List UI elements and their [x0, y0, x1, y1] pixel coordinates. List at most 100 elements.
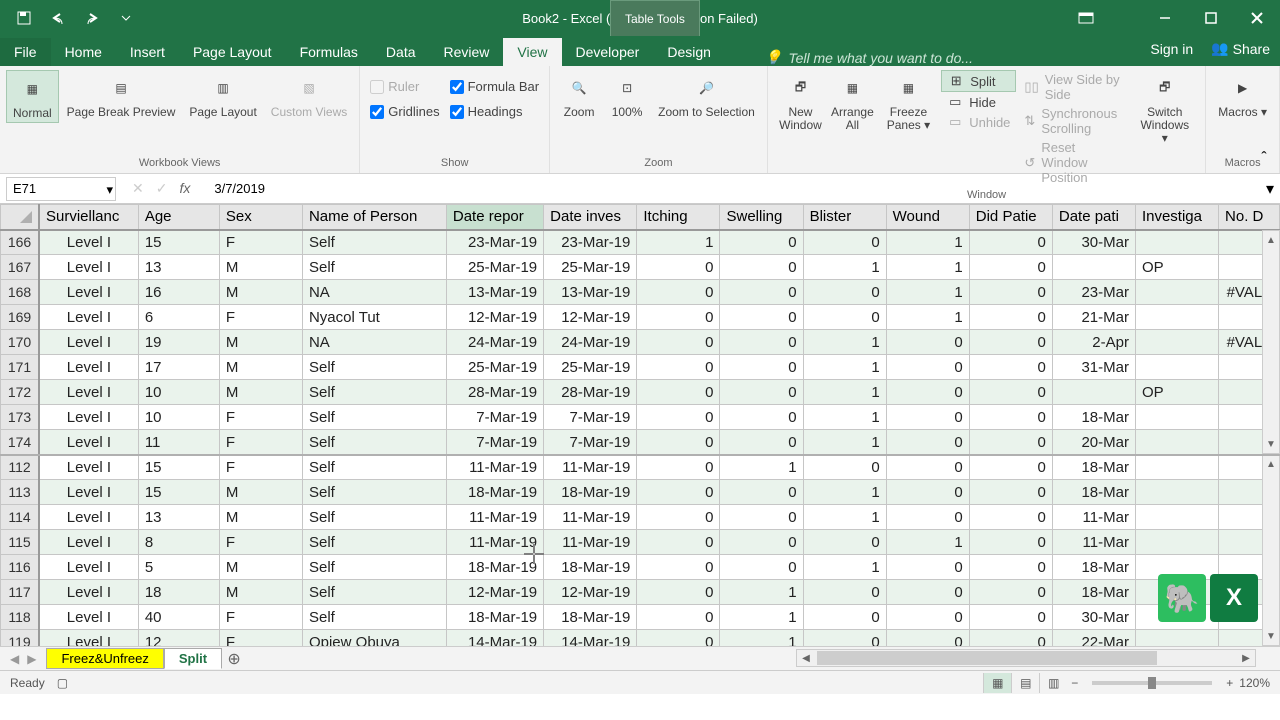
cell[interactable]: 0 — [886, 355, 969, 380]
cell[interactable]: 12-Mar-19 — [446, 580, 543, 605]
col-blister[interactable]: Blister — [803, 205, 886, 230]
cell[interactable]: 12-Mar-19 — [544, 580, 637, 605]
cell[interactable]: 0 — [969, 605, 1052, 630]
tab-developer[interactable]: Developer — [562, 38, 654, 66]
cell[interactable]: 0 — [720, 555, 803, 580]
cell[interactable]: 0 — [637, 555, 720, 580]
cell[interactable]: Level I — [39, 605, 138, 630]
cancel-formula-button[interactable]: ✕ — [132, 180, 144, 197]
table-tools-tab[interactable]: Table Tools — [610, 0, 700, 36]
cell[interactable]: 0 — [637, 430, 720, 455]
page-break-view-btn[interactable]: ▥ — [1039, 673, 1067, 693]
scroll-up-icon[interactable]: ▲ — [1263, 231, 1279, 249]
cell[interactable]: Opiew Obuya — [302, 630, 446, 647]
zoom-out-button[interactable]: − — [1071, 676, 1078, 690]
cell[interactable]: 0 — [969, 330, 1052, 355]
cell[interactable]: 23-Mar-19 — [446, 230, 543, 255]
cell[interactable]: Level I — [39, 505, 138, 530]
cell[interactable]: F — [219, 305, 302, 330]
freeze-panes-button[interactable]: ▦Freeze Panes ▾ — [878, 70, 940, 134]
sheet-tab-split[interactable]: Split — [164, 648, 222, 669]
horizontal-split-bar[interactable] — [0, 454, 1280, 456]
cell[interactable]: 0 — [803, 455, 886, 480]
sheet-tab-freeze[interactable]: Freez&Unfreez — [46, 648, 163, 669]
cell[interactable]: 30-Mar — [1052, 230, 1135, 255]
col-wound[interactable]: Wound — [886, 205, 969, 230]
cell[interactable]: 1 — [803, 555, 886, 580]
cell[interactable]: 13 — [138, 505, 219, 530]
tab-home[interactable]: Home — [51, 38, 116, 66]
cell[interactable]: 7-Mar-19 — [446, 405, 543, 430]
cell[interactable]: Level I — [39, 405, 138, 430]
cell[interactable]: F — [219, 605, 302, 630]
cell[interactable]: 0 — [637, 630, 720, 647]
zoom-in-button[interactable]: + — [1226, 676, 1233, 690]
sync-scroll-button[interactable]: ⇅Synchronous Scrolling — [1018, 104, 1128, 138]
cell[interactable]: 18-Mar-19 — [544, 555, 637, 580]
cell[interactable]: Self — [302, 455, 446, 480]
row-header[interactable]: 173 — [1, 405, 40, 430]
tell-me-search[interactable]: 💡 Tell me what you want to do... — [765, 49, 973, 66]
row-header[interactable]: 118 — [1, 605, 40, 630]
cell[interactable]: 0 — [886, 405, 969, 430]
cell[interactable] — [1135, 280, 1218, 305]
cell[interactable]: 0 — [803, 605, 886, 630]
cell[interactable]: 0 — [720, 355, 803, 380]
cell[interactable]: 0 — [969, 430, 1052, 455]
cell[interactable]: F — [219, 230, 302, 255]
cell[interactable]: 31-Mar — [1052, 355, 1135, 380]
cell[interactable]: 0 — [637, 380, 720, 405]
cell[interactable]: 1 — [720, 630, 803, 647]
cell[interactable]: 0 — [720, 330, 803, 355]
cell[interactable]: 6 — [138, 305, 219, 330]
col-investigator[interactable]: Investiga — [1135, 205, 1218, 230]
cell[interactable]: 11-Mar-19 — [446, 455, 543, 480]
cell[interactable]: 25-Mar-19 — [446, 355, 543, 380]
cell[interactable]: 24-Mar-19 — [446, 330, 543, 355]
cell[interactable]: 0 — [720, 430, 803, 455]
cell[interactable]: 1 — [803, 505, 886, 530]
cell[interactable]: 0 — [720, 480, 803, 505]
cell[interactable]: 0 — [720, 405, 803, 430]
cell[interactable]: 25-Mar-19 — [544, 255, 637, 280]
zoom-button[interactable]: 🔍Zoom — [556, 70, 602, 121]
cell[interactable]: 0 — [803, 280, 886, 305]
cell[interactable]: M — [219, 505, 302, 530]
col-date-patient[interactable]: Date pati — [1052, 205, 1135, 230]
cell[interactable]: 1 — [720, 580, 803, 605]
col-itching[interactable]: Itching — [637, 205, 720, 230]
cell[interactable]: Self — [302, 405, 446, 430]
cell[interactable]: 7-Mar-19 — [544, 405, 637, 430]
cell[interactable]: M — [219, 330, 302, 355]
cell[interactable]: 0 — [969, 630, 1052, 647]
scroll-left-icon[interactable]: ◀ — [797, 653, 815, 664]
cell[interactable]: 11-Mar-19 — [544, 505, 637, 530]
cell[interactable]: OP — [1135, 380, 1218, 405]
cell[interactable]: 0 — [969, 405, 1052, 430]
row-header[interactable]: 119 — [1, 630, 40, 647]
cell[interactable]: 0 — [886, 330, 969, 355]
col-no-d[interactable]: No. D — [1219, 205, 1280, 230]
tab-insert[interactable]: Insert — [116, 38, 179, 66]
cell[interactable]: 25-Mar-19 — [446, 255, 543, 280]
cell[interactable]: 19 — [138, 330, 219, 355]
cell[interactable]: 0 — [720, 305, 803, 330]
cell[interactable]: 18-Mar — [1052, 455, 1135, 480]
cell[interactable]: Level I — [39, 555, 138, 580]
cell[interactable]: 10 — [138, 405, 219, 430]
unhide-button[interactable]: ▭Unhide — [941, 112, 1016, 132]
cell[interactable]: Self — [302, 430, 446, 455]
cell[interactable]: 11-Mar — [1052, 505, 1135, 530]
sheet-nav-next[interactable]: ▶ — [27, 652, 36, 666]
cell[interactable]: 14-Mar-19 — [446, 630, 543, 647]
cell[interactable]: 28-Mar-19 — [544, 380, 637, 405]
cell[interactable]: 1 — [803, 355, 886, 380]
cell[interactable]: 0 — [969, 580, 1052, 605]
macros-button[interactable]: ▶Macros ▾ — [1212, 70, 1273, 121]
cell[interactable]: 18-Mar-19 — [446, 605, 543, 630]
cell[interactable] — [1135, 630, 1218, 647]
cell[interactable]: Level I — [39, 355, 138, 380]
col-swelling[interactable]: Swelling — [720, 205, 803, 230]
reset-position-button[interactable]: ↺Reset Window Position — [1018, 138, 1128, 187]
insert-function-button[interactable]: fx — [179, 180, 190, 197]
